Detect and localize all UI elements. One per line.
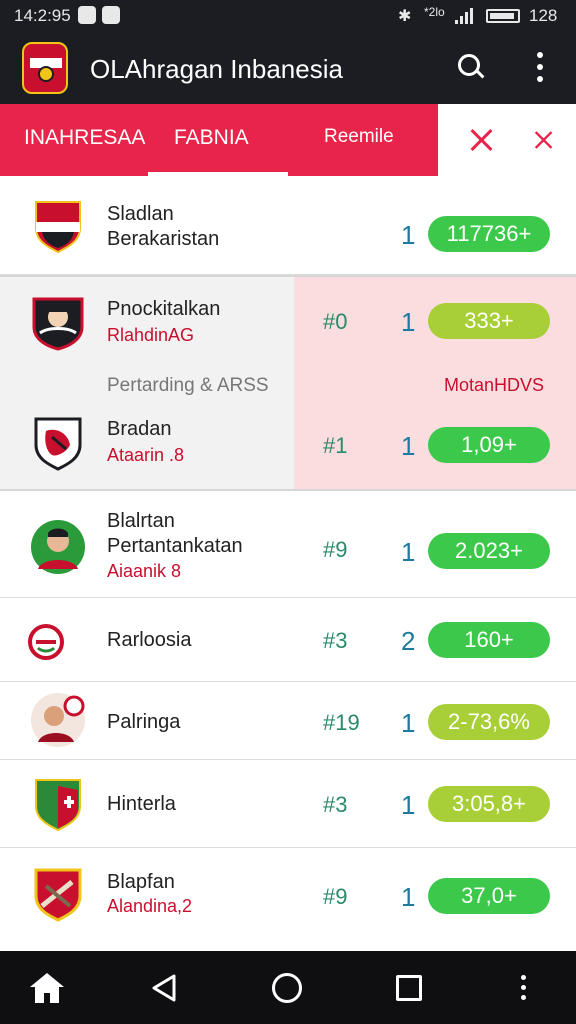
app-icon [102,6,120,24]
notification-icon [78,6,96,24]
close-icon-secondary[interactable] [533,129,555,151]
team-subtitle: Alandina,2 [107,896,193,916]
team-name: Pnockitalkan [107,298,221,320]
app-bar: OLAhragan Inbanesia [0,32,576,104]
team-name: Blapfan [107,871,175,893]
battery-icon [486,9,520,23]
rank: #9 [323,884,348,909]
team-name: Rarloosia [107,629,192,651]
tab-bar: INAHRESAA FABNIA Reemile [0,104,576,176]
count: 1 [401,537,416,567]
rank: #3 [323,628,348,653]
section-label-right: MotanHDVS [444,375,545,395]
rank: #0 [323,309,348,334]
battery-text: 128 [529,6,558,25]
score-pill[interactable]: 1,09+ [428,427,550,463]
team-list: Sladlan Berakaristan 1 117736+ Pnockital… [0,176,576,951]
team-badge-icon [34,868,82,922]
back-icon[interactable] [150,973,178,1003]
search-icon[interactable] [456,52,486,82]
rank: #9 [323,537,348,562]
team-badge-icon [32,297,84,351]
count: 1 [401,708,416,738]
count: 1 [401,882,416,912]
team-badge-icon [34,417,82,471]
recents-icon[interactable] [396,975,422,1001]
bluetooth-icon: ✱ [398,8,412,25]
highlight-group: Pnockitalkan RlahdinAG #0 1 333+ Pertard… [0,275,576,491]
score-pill[interactable]: 37,0+ [428,878,550,914]
more-icon[interactable] [530,50,550,84]
list-item[interactable]: Rarloosia #3 2 160+ [0,598,576,682]
navigation-bar [0,951,576,1024]
status-time: 14:2:95 [14,6,71,25]
tab-reemile[interactable]: Reemile [324,126,394,148]
team-badge-icon [35,201,81,254]
score-pill[interactable]: 2-73,6% [428,704,550,740]
count: 1 [401,431,416,461]
tab-inahresaa[interactable]: INAHRESAA [24,126,145,150]
signal-text: *2lo [424,5,445,19]
team-subtitle: RlahdinAG [107,325,195,345]
list-item[interactable]: Hinterla #3 1 3:05,8+ [0,760,576,848]
list-item[interactable]: Blapfan Alandina,2 #9 1 37,0+ [0,848,576,951]
team-badge-icon [28,624,64,660]
list-item[interactable]: Blalrtan Pertantankatan Aiaanik 8 #9 1 2… [0,491,576,598]
section-label: Pertarding & ARSS [107,375,269,396]
player-avatar [31,693,85,747]
team-name: Blalrtan Pertantankatan [107,510,243,557]
home-circle-icon[interactable] [272,973,302,1003]
list-item[interactable]: Bradan Ataarin .8 #1 1 1,09+ [0,395,576,489]
player-avatar [31,520,85,574]
close-icon[interactable] [468,126,496,154]
rank: #1 [323,433,348,458]
score-pill[interactable]: 3:05,8+ [428,786,550,822]
count: 1 [401,790,416,820]
score-pill[interactable]: 2.023+ [428,533,550,569]
list-item[interactable]: Palringa #19 1 2-73,6% [0,682,576,760]
team-badge-icon [35,779,81,832]
list-item[interactable]: Sladlan Berakaristan 1 117736+ [0,176,576,275]
count: 1 [401,220,416,250]
score-pill[interactable]: 160+ [428,622,550,658]
team-name: Sladlan Berakaristan [107,203,220,250]
score-pill[interactable]: 333+ [428,303,550,339]
team-name: Bradan [107,418,172,440]
signal-icon [455,8,475,24]
team-subtitle: Ataarin .8 [107,445,185,465]
list-item[interactable]: Pnockitalkan RlahdinAG #0 1 333+ [0,277,576,375]
app-title: OLAhragan Inbanesia [90,54,343,84]
status-bar: 14:2:95 ✱ *2lo 128 [0,0,576,32]
app-logo [22,42,68,94]
tab-fabnia[interactable]: FABNIA [174,126,249,150]
home-icon[interactable] [30,973,64,1003]
rank: #3 [323,792,348,817]
rank: #19 [323,710,360,735]
team-name: Hinterla [107,793,176,815]
score-pill[interactable]: 117736+ [428,216,550,252]
count: 1 [401,307,416,337]
count: 2 [401,626,416,656]
more-icon[interactable] [518,973,530,1003]
team-subtitle: Aiaanik 8 [107,561,182,581]
team-name: Palringa [107,711,181,733]
